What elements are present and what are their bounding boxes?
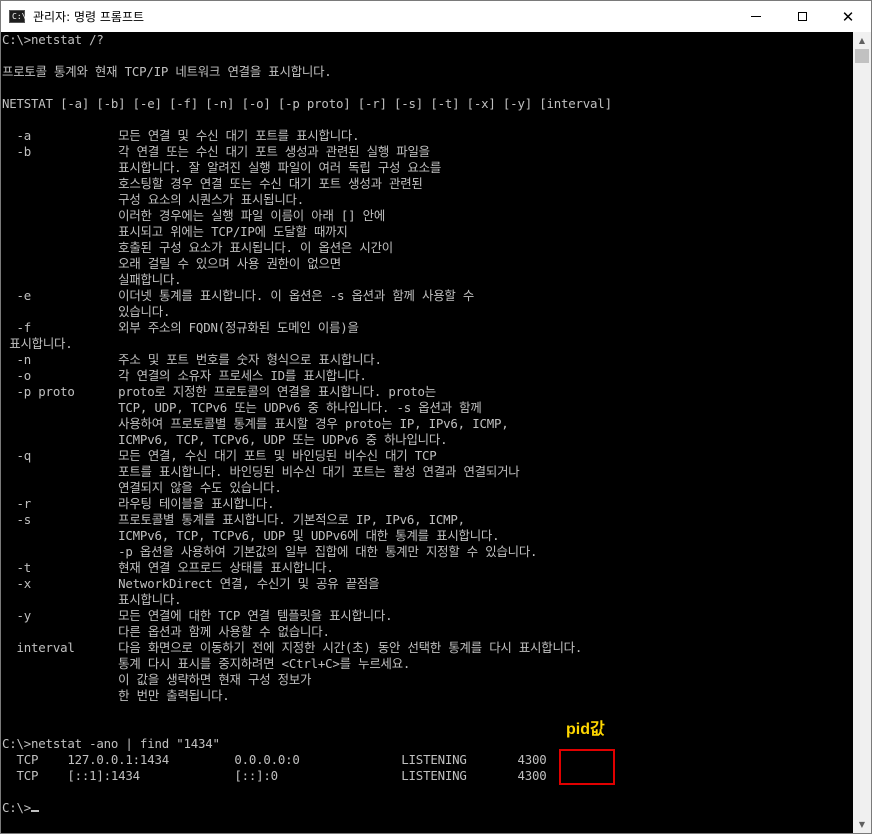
console-line: -e 이더넷 통계를 표시합니다. 이 옵션은 -s 옵션과 함께 사용할 수 bbox=[2, 288, 475, 303]
console-line: 표시합니다. bbox=[2, 592, 182, 607]
close-button[interactable]: ✕ bbox=[825, 1, 871, 32]
scroll-up-icon[interactable]: ▲ bbox=[853, 32, 871, 49]
console-line: C:\>netstat /? bbox=[2, 32, 104, 47]
console-line: -r 라우팅 테이블을 표시합니다. bbox=[2, 496, 275, 511]
console-line: 있습니다. bbox=[2, 304, 171, 319]
maximize-button[interactable] bbox=[779, 1, 825, 32]
console-line: -a 모든 연결 및 수신 대기 포트를 표시합니다. bbox=[2, 128, 360, 143]
console-line: 호출된 구성 요소가 표시됩니다. 이 옵션은 시간이 bbox=[2, 240, 393, 255]
text-cursor bbox=[31, 810, 40, 812]
cmd-icon: C:\ bbox=[9, 10, 26, 23]
console-line: -p proto proto로 지정한 프로토콜의 연결을 표시합니다. pro… bbox=[2, 384, 437, 399]
window-title: 관리자: 명령 프롬프트 bbox=[33, 10, 145, 24]
console-line: -q 모든 연결, 수신 대기 포트 및 바인딩된 비수신 대기 TCP bbox=[2, 448, 437, 463]
console-line: 이 값을 생략하면 현재 구성 정보가 bbox=[2, 672, 312, 687]
console-line: -s 프로토콜별 통계를 표시합니다. 기본적으로 IP, IPv6, ICMP… bbox=[2, 512, 466, 527]
minimize-button[interactable] bbox=[733, 1, 779, 32]
console-line: 사용하여 프로토콜별 통계를 표시할 경우 proto는 IP, IPv6, I… bbox=[2, 416, 509, 431]
console-line: -n 주소 및 포트 번호를 숫자 형식으로 표시합니다. bbox=[2, 352, 382, 367]
console-line: 다른 옵션과 함께 사용할 수 없습니다. bbox=[2, 624, 330, 639]
command-prompt-window: C:\ 관리자: 명령 프롬프트 ✕ C:\>netstat /? 프로토콜 통… bbox=[0, 0, 872, 834]
console-line: TCP 127.0.0.1:1434 0.0.0.0:0 LISTENING 4… bbox=[2, 752, 547, 767]
console-line: C:\> bbox=[2, 800, 32, 815]
console-line: -o 각 연결의 소유자 프로세스 ID를 표시합니다. bbox=[2, 368, 367, 383]
maximize-icon bbox=[797, 12, 807, 21]
scrollbar-thumb[interactable] bbox=[855, 49, 869, 63]
console-line: 구성 요소의 시퀀스가 표시됩니다. bbox=[2, 192, 304, 207]
console-line: TCP, UDP, TCPv6 또는 UDPv6 중 하나입니다. -s 옵션과… bbox=[2, 400, 482, 415]
scroll-down-icon[interactable]: ▼ bbox=[853, 816, 871, 833]
console-line: 연결되지 않을 수도 있습니다. bbox=[2, 480, 282, 495]
title-bar[interactable]: C:\ 관리자: 명령 프롬프트 ✕ bbox=[1, 1, 871, 32]
console-line: 통계 다시 표시를 중지하려면 <Ctrl+C>를 누르세요. bbox=[2, 656, 411, 671]
console-line: -x NetworkDirect 연결, 수신기 및 공유 끝점을 bbox=[2, 576, 380, 591]
console-line: 이러한 경우에는 실행 파일 이름이 아래 [] 안에 bbox=[2, 208, 386, 223]
console-line: C:\>netstat -ano | find "1434" bbox=[2, 736, 220, 751]
pid-annotation-label: pid값 bbox=[566, 721, 605, 738]
console-line: -y 모든 연결에 대한 TCP 연결 템플릿을 표시합니다. bbox=[2, 608, 393, 623]
console-line: TCP [::1]:1434 [::]:0 LISTENING 4300 bbox=[2, 768, 547, 783]
console-line: ICMPv6, TCP, TCPv6, UDP 또는 UDPv6 중 하나입니다… bbox=[2, 432, 448, 447]
console-line: -f 외부 주소의 FQDN(정규화된 도메인 이름)을 bbox=[2, 320, 359, 335]
console-line: 표시합니다. 잘 알려진 실행 파일이 여러 독립 구성 요소를 bbox=[2, 160, 442, 175]
pid-highlight-box bbox=[559, 749, 615, 785]
console-line: -p 옵션을 사용하여 기본값의 일부 집합에 대한 통계만 지정할 수 있습니… bbox=[2, 544, 538, 559]
console-line: 한 번만 출력됩니다. bbox=[2, 688, 230, 703]
close-icon: ✕ bbox=[841, 7, 855, 26]
console-line: 포트를 표시합니다. 바인딩된 비수신 대기 포트는 활성 연결과 연결되거나 bbox=[2, 464, 520, 479]
console-line: interval 다음 화면으로 이동하기 전에 지정한 시간(초) 동안 선택… bbox=[2, 640, 583, 655]
console-line: -t 현재 연결 오프로드 상태를 표시합니다. bbox=[2, 560, 334, 575]
console-line: -b 각 연결 또는 수신 대기 포트 생성과 관련된 실행 파일을 bbox=[2, 144, 431, 159]
console-output[interactable]: C:\>netstat /? 프로토콜 통계와 현재 TCP/IP 네트워크 연… bbox=[1, 32, 853, 833]
console-line: 오래 걸릴 수 있으며 사용 권한이 없으면 bbox=[2, 256, 341, 271]
console-line: NETSTAT [-a] [-b] [-e] [-f] [-n] [-o] [-… bbox=[2, 96, 612, 111]
minimize-icon bbox=[751, 16, 761, 17]
console-line: ICMPv6, TCP, TCPv6, UDP 및 UDPv6에 대한 통계를 … bbox=[2, 528, 500, 543]
console-line: 표시합니다. bbox=[2, 336, 73, 351]
console-line: 실패합니다. bbox=[2, 272, 182, 287]
vertical-scrollbar[interactable]: ▲ ▼ bbox=[853, 32, 871, 833]
console-line: 표시되고 위에는 TCP/IP에 도달할 때까지 bbox=[2, 224, 348, 239]
console-text: C:\>netstat /? 프로토콜 통계와 현재 TCP/IP 네트워크 연… bbox=[1, 32, 853, 816]
console-line: 프로토콜 통계와 현재 TCP/IP 네트워크 연결을 표시합니다. bbox=[2, 64, 332, 79]
console-line: 호스팅할 경우 연결 또는 수신 대기 포트 생성과 관련된 bbox=[2, 176, 423, 191]
